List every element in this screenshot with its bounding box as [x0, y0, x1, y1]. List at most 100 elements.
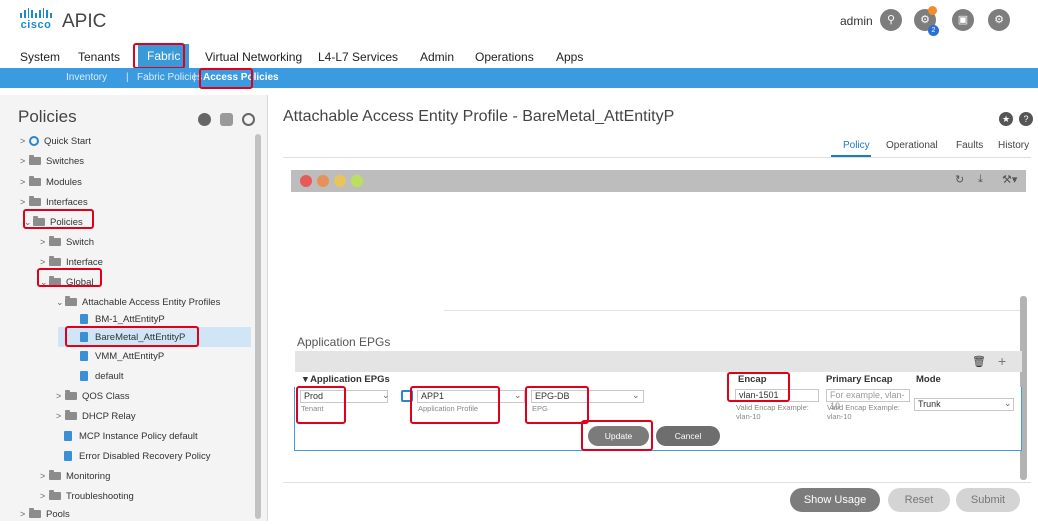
folder-icon [29, 176, 41, 186]
major-fault-icon[interactable] [317, 175, 329, 187]
add-icon[interactable]: + [998, 353, 1006, 369]
folder-icon [49, 236, 61, 246]
epg-highlight [525, 386, 589, 424]
search-icon[interactable]: ⚲ [880, 9, 902, 31]
sub-nav: Inventory | Fabric Policies | Access Pol… [0, 68, 1038, 88]
star-icon[interactable]: ★ [999, 112, 1013, 126]
submit-button[interactable]: Submit [956, 488, 1020, 512]
tab-admin[interactable]: Admin [420, 50, 454, 64]
cisco-logo: cisco [19, 8, 53, 32]
chevron-down-icon[interactable]: ⌄ [382, 390, 390, 401]
column-header-application-epgs: ▾ Application EPGs [303, 374, 390, 385]
tab-l4-l7-services[interactable]: L4-L7 Services [318, 50, 398, 64]
tree-item-troubleshooting[interactable]: > Troubleshooting [40, 486, 134, 506]
chevron-down-icon[interactable]: ⌄ [1004, 398, 1012, 409]
tree-item-monitoring[interactable]: > Monitoring [40, 466, 110, 486]
quick-start-icon [29, 136, 39, 146]
access-policies-highlight [199, 68, 253, 89]
subnav-separator: | [193, 72, 196, 83]
subnav-separator: | [126, 72, 129, 83]
tree-scrollbar[interactable] [255, 134, 261, 519]
active-tab-indicator [831, 155, 871, 157]
tab-virtual-networking[interactable]: Virtual Networking [205, 50, 302, 64]
tenant-highlight [296, 386, 346, 424]
critical-fault-icon[interactable] [300, 175, 312, 187]
page-title: Attachable Access Entity Profile - BareM… [283, 108, 675, 125]
tree-item-dhcp-relay[interactable]: > DHCP Relay [56, 406, 136, 426]
document-icon [64, 431, 72, 441]
folder-icon [29, 508, 41, 518]
notification-count-badge: 2 [928, 25, 939, 36]
policies-highlight [23, 209, 94, 229]
folder-icon [65, 410, 77, 420]
tab-divider [283, 157, 1031, 158]
primary-encap-input[interactable]: For example, vlan-10 [826, 389, 910, 411]
cancel-button[interactable]: Cancel [656, 426, 720, 446]
folder-icon [49, 256, 61, 266]
reset-button[interactable]: Reset [888, 488, 950, 512]
document-icon [80, 314, 88, 324]
tree-item-vmm[interactable]: VMM_AttEntityP [80, 346, 164, 366]
tree-item-modules[interactable]: > Modules [20, 172, 82, 192]
section-divider [444, 310, 1026, 311]
tab-operational[interactable]: Operational [886, 140, 938, 151]
app-profile-highlight [410, 386, 500, 424]
chevron-down-icon[interactable]: ⌄ [632, 390, 640, 401]
gear-icon[interactable]: ⚙ [988, 9, 1010, 31]
fabric-highlight [133, 43, 185, 69]
folder-icon [65, 296, 77, 306]
refresh-icon[interactable] [242, 113, 255, 126]
show-usage-button[interactable]: Show Usage [790, 488, 880, 512]
feedback-icon[interactable]: ▣ [952, 9, 974, 31]
footer-divider [283, 482, 1031, 483]
tree-item-error-disabled[interactable]: Error Disabled Recovery Policy [64, 446, 210, 466]
tab-operations[interactable]: Operations [475, 50, 534, 64]
subnav-inventory[interactable]: Inventory [66, 72, 107, 83]
fault-summary-bar [291, 170, 1026, 192]
column-header-mode: Mode [916, 374, 941, 385]
tree-item-switches[interactable]: > Switches [20, 151, 84, 171]
tab-tenants[interactable]: Tenants [78, 50, 120, 64]
folder-icon [65, 390, 77, 400]
document-icon [80, 351, 88, 361]
tree-item-default[interactable]: default [80, 366, 124, 386]
encap-hint: Valid Encap Example: vlan-10 [736, 403, 809, 421]
folder-icon [49, 490, 61, 500]
encap-highlight [727, 372, 790, 402]
baremetal-highlight [65, 326, 199, 347]
folder-icon [29, 155, 41, 165]
folder-icon [49, 470, 61, 480]
refresh-icon[interactable]: ↻ [955, 173, 964, 186]
global-highlight [37, 268, 102, 287]
minor-fault-icon[interactable] [334, 175, 346, 187]
mode-select[interactable]: Trunk [914, 398, 1014, 411]
section-title: Application EPGs [297, 335, 391, 349]
tab-policy[interactable]: Policy [843, 140, 870, 151]
tab-system[interactable]: System [20, 50, 60, 64]
alert-badge-icon [928, 6, 937, 15]
toggle-view-icon[interactable] [220, 113, 233, 126]
trash-icon[interactable]: 🗑 [972, 355, 986, 368]
app-title: APIC [62, 11, 107, 32]
tools-icon[interactable]: ⚒▾ [1002, 173, 1017, 186]
tab-faults[interactable]: Faults [956, 140, 983, 151]
tab-apps[interactable]: Apps [556, 50, 583, 64]
tree-item-quick-start[interactable]: > Quick Start [20, 131, 91, 151]
tab-history[interactable]: History [998, 140, 1029, 151]
download-icon[interactable]: ⤓ [978, 173, 983, 186]
update-highlight [581, 420, 653, 451]
epg-table-toolbar [295, 351, 1022, 372]
document-icon [64, 451, 72, 461]
user-menu[interactable]: admin [840, 14, 873, 28]
tree-item-switch[interactable]: > Switch [40, 232, 94, 252]
column-header-primary-encap: Primary Encap [826, 374, 893, 385]
tree-item-qos-class[interactable]: > QOS Class [56, 386, 130, 406]
warning-fault-icon[interactable] [351, 175, 363, 187]
help-icon[interactable] [198, 113, 211, 126]
top-header: cisco APIC admin ⚲ ⚙ 2 ▣ ⚙ [0, 0, 1038, 44]
folder-icon [29, 196, 41, 206]
tree-item-mcp[interactable]: MCP Instance Policy default [64, 426, 198, 446]
tree-item-pools[interactable]: > Pools [20, 504, 70, 524]
help-icon[interactable]: ? [1019, 112, 1033, 126]
chevron-down-icon[interactable]: ⌄ [514, 390, 522, 401]
